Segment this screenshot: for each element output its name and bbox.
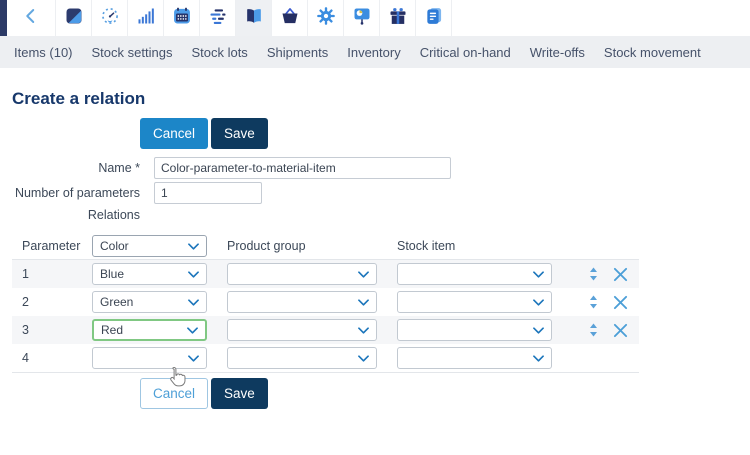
gear-icon (316, 6, 336, 31)
settings-button[interactable] (308, 0, 344, 36)
tab-stock-lots[interactable]: Stock lots (191, 45, 247, 60)
parameter-column-label: Parameter (22, 238, 81, 253)
row3-product-group-select[interactable] (227, 319, 377, 341)
chevron-down-icon (533, 267, 544, 281)
table-row-3: 3 Red (12, 316, 639, 344)
analytics-button[interactable] (128, 0, 164, 36)
chevron-down-icon (188, 239, 199, 253)
chevron-down-icon (188, 267, 199, 281)
number-of-parameters-label: Number of parameters (14, 186, 140, 200)
delete-row-icon[interactable] (612, 267, 628, 282)
bottom-action-buttons: Cancel Save (140, 378, 750, 409)
chevron-down-icon (358, 351, 369, 365)
row-number: 2 (22, 295, 29, 309)
dashboard-button[interactable] (92, 0, 128, 36)
chevron-down-icon (187, 323, 198, 337)
chevron-down-icon (533, 323, 544, 337)
reorder-row-icon[interactable] (587, 295, 599, 309)
name-label: Name * (98, 161, 140, 175)
chevron-down-icon (358, 323, 369, 337)
row1-stock-item-select[interactable] (397, 263, 552, 285)
table-header-row: Parameter Color Product group Stock item (12, 232, 750, 259)
relations-table: Parameter Color Product group Stock item… (12, 232, 750, 373)
delete-row-icon[interactable] (612, 323, 628, 338)
catalog-button[interactable] (236, 0, 272, 36)
app-toolbar (0, 0, 750, 36)
row-number: 1 (22, 267, 29, 281)
cancel-button-bottom[interactable]: Cancel (140, 378, 209, 409)
chevron-down-icon (188, 351, 199, 365)
tab-stock-movement[interactable]: Stock movement (604, 45, 701, 60)
relations-label: Relations (87, 208, 140, 222)
presentation-board-icon (352, 6, 372, 31)
tab-items[interactable]: Items (10) (14, 45, 73, 60)
table-row-1: 1 Blue (12, 260, 639, 288)
name-field[interactable] (154, 157, 451, 179)
row1-product-group-select[interactable] (227, 263, 377, 285)
tasks-button[interactable] (200, 0, 236, 36)
chevron-down-icon (358, 267, 369, 281)
presentation-button[interactable] (344, 0, 380, 36)
calendar-button[interactable] (164, 0, 200, 36)
gauge-icon (100, 6, 120, 31)
row4-product-group-select[interactable] (227, 347, 377, 369)
table-row-4: 4 (12, 344, 639, 372)
gifts-button[interactable] (380, 0, 416, 36)
top-action-buttons: Cancel Save (140, 118, 750, 149)
basket-icon (280, 6, 300, 31)
document-icon (424, 6, 444, 31)
row2-product-group-select[interactable] (227, 291, 377, 313)
number-of-parameters-field[interactable] (154, 182, 262, 204)
bar-chart-icon (136, 6, 156, 31)
left-edge-panel (0, 0, 7, 36)
gift-icon (388, 6, 408, 31)
save-button-top[interactable]: Save (211, 118, 268, 149)
cancel-button-top[interactable]: Cancel (140, 118, 209, 149)
row-number: 4 (22, 351, 29, 365)
calendar-icon (172, 6, 192, 31)
tab-inventory[interactable]: Inventory (347, 45, 400, 60)
row-number: 3 (22, 323, 29, 337)
purchases-button[interactable] (272, 0, 308, 36)
tab-critical-on-hand[interactable]: Critical on-hand (420, 45, 511, 60)
save-button-bottom[interactable]: Save (211, 378, 268, 409)
row3-stock-item-select[interactable] (397, 319, 552, 341)
parameter-type-select[interactable]: Color (92, 234, 207, 257)
row4-stock-item-select[interactable] (397, 347, 552, 369)
table-row-2: 2 Green (12, 288, 639, 316)
page-title: Create a relation (12, 89, 146, 108)
product-group-column-label: Product group (227, 238, 306, 253)
stock-item-column-label: Stock item (397, 238, 456, 253)
row2-stock-item-select[interactable] (397, 291, 552, 313)
notes-button[interactable] (416, 0, 452, 36)
chevron-left-icon (22, 7, 40, 30)
reorder-row-icon[interactable] (587, 323, 599, 337)
tab-shipments[interactable]: Shipments (267, 45, 328, 60)
section-tabs: Items (10) Stock settings Stock lots Shi… (0, 36, 750, 68)
chevron-down-icon (533, 295, 544, 309)
tab-stock-settings[interactable]: Stock settings (92, 45, 173, 60)
book-icon (244, 6, 264, 31)
row4-parameter-select[interactable] (92, 347, 207, 369)
tab-write-offs[interactable]: Write-offs (530, 45, 585, 60)
task-list-icon (208, 6, 228, 31)
chevron-down-icon (358, 295, 369, 309)
logo-icon (64, 6, 84, 31)
row2-parameter-select[interactable]: Green (92, 291, 207, 313)
row3-parameter-select[interactable]: Red (92, 319, 207, 341)
chevron-down-icon (188, 295, 199, 309)
back-button[interactable] (7, 0, 56, 36)
relation-form: Name * Number of parameters Relations (12, 157, 750, 222)
row1-parameter-select[interactable]: Blue (92, 263, 207, 285)
table-divider (12, 372, 639, 373)
reorder-row-icon[interactable] (587, 267, 599, 281)
delete-row-icon[interactable] (612, 295, 628, 310)
app-logo-button[interactable] (56, 0, 92, 36)
chevron-down-icon (533, 351, 544, 365)
